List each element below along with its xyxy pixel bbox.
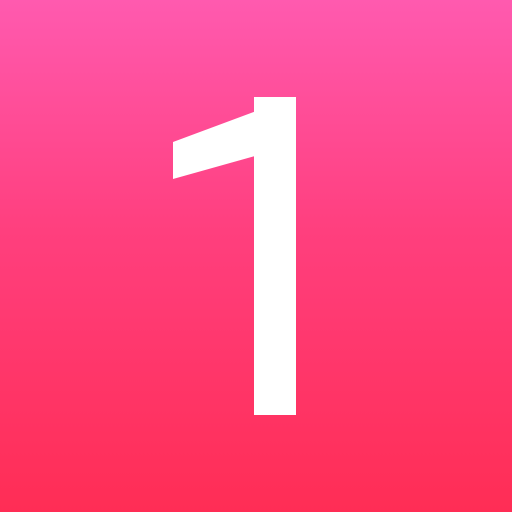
number-one-icon (173, 97, 296, 415)
numeral-stem (254, 97, 296, 415)
app-icon-tile: 1 (0, 0, 512, 512)
